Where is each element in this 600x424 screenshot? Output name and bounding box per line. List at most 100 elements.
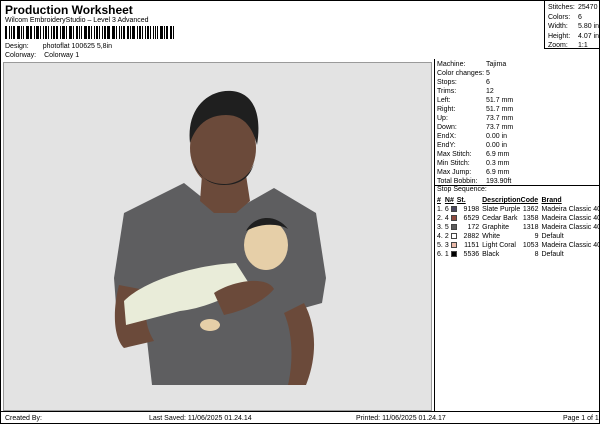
needle-number: 4 (444, 215, 449, 222)
barcode-bar (8, 26, 10, 39)
row-brand: Madeira Classic 40 (541, 206, 600, 213)
row-description: Cedar Bark (482, 215, 518, 222)
barcode-bar (45, 26, 47, 39)
row-num: 4. (437, 233, 443, 240)
barcode-bar (103, 26, 106, 39)
machine-row: Right: 51.7 mm (437, 105, 513, 114)
barcode-bar (116, 26, 118, 39)
barcode-bar (20, 26, 22, 39)
worksheet-page: Production Worksheet Wilcom EmbroiderySt… (0, 0, 600, 424)
barcode-bar (43, 26, 45, 39)
color-swatch (450, 206, 457, 212)
col-description: Description (482, 197, 521, 204)
stat-row: Zoom: 1:1 (548, 41, 600, 51)
colorway-row: Colorway: Colorway 1 (5, 52, 79, 59)
col-stitches: St. (456, 197, 466, 204)
row-brand: Madeira Classic 40 (541, 242, 600, 249)
machine-row: Max Stitch: 6.9 mm (437, 150, 513, 159)
row-brand: Madeira Classic 40 (541, 224, 600, 231)
table-row: 1. 6 9198 Slate Purple 1362 Madeira Classic … (437, 205, 600, 214)
barcode-bar (36, 26, 40, 39)
machine-value: 0.3 mm (486, 160, 510, 167)
barcode-bar (30, 26, 33, 39)
row-code: 1318 (522, 224, 539, 231)
row-stitches: 1151 (464, 242, 480, 249)
barcode-bar (47, 26, 49, 39)
table-row: 6. 1 5536 Black 8 Default (437, 250, 600, 259)
last-saved: Last Saved: 11/06/2025 01.24.14 (149, 415, 252, 422)
barcode-bar (61, 26, 65, 39)
barcode-bar (152, 26, 155, 39)
col-code: Code (520, 197, 539, 204)
barcode-bar (113, 26, 116, 39)
barcode-bar (16, 26, 20, 39)
machine-value: 6 (486, 79, 490, 86)
row-num: 2. (437, 215, 443, 222)
colorway-value: Colorway 1 (44, 52, 80, 59)
barcode-bar (98, 26, 100, 39)
barcode-bar (40, 26, 42, 39)
barcode-bar (90, 26, 92, 39)
machine-label: Left: (437, 97, 451, 104)
barcode-bar (173, 26, 175, 39)
row-num: 3. (437, 224, 443, 231)
machine-label: Stops: (437, 79, 457, 86)
barcode-bar (5, 26, 7, 39)
row-brand: Default (541, 233, 564, 240)
machine-label: EndX: (437, 133, 457, 140)
barcode-bar (130, 26, 132, 39)
created-by: Created By: (5, 415, 42, 422)
barcode-bar (111, 26, 113, 39)
row-code: 1053 (522, 242, 539, 249)
machine-label: Color changes: (437, 70, 485, 77)
barcode-bar (132, 26, 135, 39)
row-stitches: 5536 (463, 251, 480, 258)
color-swatch (450, 242, 457, 248)
row-needle: 1 (445, 250, 457, 259)
barcode-bar (84, 26, 88, 39)
machine-label: Up: (437, 115, 448, 122)
barcode-bar (136, 26, 138, 39)
barcode-bar (144, 26, 146, 39)
colorway-label: Colorway: (5, 52, 37, 59)
machine-row: Max Jump: 6.9 mm (437, 168, 513, 177)
barcode-bar (59, 26, 61, 39)
table-row: 2. 4 6529 Cedar Bark 1358 Madeira Classic 40 (437, 214, 600, 223)
table-header-row: # N# St. Description Code Brand (437, 196, 600, 205)
color-swatch (450, 215, 457, 221)
barcode-bar (81, 26, 83, 39)
machine-label: Trims: (437, 88, 457, 95)
barcode-bar (65, 26, 67, 39)
barcode-bar (155, 26, 157, 39)
barcode (5, 26, 175, 39)
stat-value: 6 (578, 13, 582, 21)
needle-number: 1 (444, 251, 449, 258)
row-needle: 4 (445, 214, 457, 223)
printed-time: Printed: 11/06/2025 01.24.17 (356, 415, 446, 422)
design-value: photoflat 100625 5,8in (42, 43, 113, 50)
color-swatch (450, 251, 457, 257)
row-brand: Madeira Classic 40 (541, 215, 600, 222)
machine-row: Color changes: 5 (437, 69, 513, 78)
machine-label: Down: (437, 124, 457, 131)
machine-value: 73.7 mm (486, 124, 514, 131)
software-subtitle: Wilcom EmbroideryStudio – Level 3 Advanc… (5, 17, 149, 24)
barcode-bar (170, 26, 173, 39)
barcode-bar (166, 26, 169, 39)
row-description: White (482, 233, 501, 240)
machine-label: Min Stitch: (437, 160, 470, 167)
barcode-bar (149, 26, 151, 39)
barcode-bar (79, 26, 81, 39)
row-code: 1358 (522, 215, 539, 222)
barcode-bar (127, 26, 130, 39)
color-swatch (450, 233, 457, 239)
stop-sequence-title: Stop Sequence: (437, 186, 487, 193)
row-needle: 6 (445, 205, 457, 214)
machine-label: Right: (437, 106, 456, 113)
stat-value: 25470 (578, 4, 598, 11)
barcode-bar (146, 26, 149, 39)
row-num: 5. (437, 242, 443, 249)
barcode-bar (70, 26, 73, 39)
row-description: Light Coral (482, 242, 516, 249)
stat-value: 5.80 in (578, 23, 600, 30)
